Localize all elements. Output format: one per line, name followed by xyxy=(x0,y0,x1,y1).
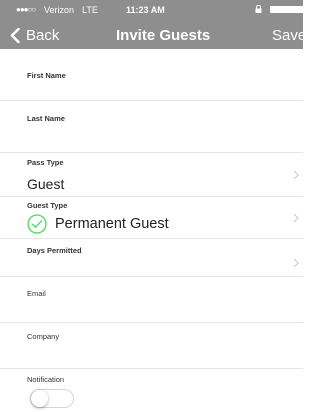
status-time: 11:23 AM xyxy=(126,5,165,15)
last-name-label: Last Name xyxy=(27,114,65,123)
network-type: LTE xyxy=(82,5,98,15)
page-title: Invite Guests xyxy=(116,27,211,44)
header: ●●●○○ Verizon LTE 11:23 AM Back Invite G… xyxy=(0,0,306,49)
status-bar: ●●●○○ Verizon LTE 11:23 AM xyxy=(0,0,306,20)
guest-type-selector[interactable]: Guest Type Permanent Guest xyxy=(0,197,303,239)
check-circle-icon xyxy=(27,214,47,234)
first-name-field[interactable]: First Name xyxy=(0,49,303,101)
chevron-right-icon xyxy=(293,213,299,223)
back-label: Back xyxy=(26,26,60,44)
email-label: Email xyxy=(27,289,46,298)
pass-type-selector[interactable]: Pass Type Guest xyxy=(0,153,303,197)
last-name-field[interactable]: Last Name xyxy=(0,101,303,153)
notification-row: Notification xyxy=(0,369,303,412)
signal-strength: ●●●○○ xyxy=(16,5,36,14)
guest-type-value: Permanent Guest xyxy=(55,216,169,232)
days-permitted-label: Days Permitted xyxy=(27,246,82,255)
save-button[interactable]: Save xyxy=(272,27,306,44)
notification-toggle[interactable] xyxy=(30,389,74,408)
toggle-knob xyxy=(31,390,48,407)
chevron-right-icon xyxy=(293,170,299,180)
pass-type-label: Pass Type xyxy=(27,158,64,167)
days-permitted-selector[interactable]: Days Permitted xyxy=(0,239,303,277)
first-name-label: First Name xyxy=(27,71,66,80)
email-field[interactable]: Email xyxy=(0,277,303,323)
company-label: Company xyxy=(27,332,60,341)
company-field[interactable]: Company xyxy=(0,323,303,369)
guest-type-label: Guest Type xyxy=(27,201,68,210)
chevron-left-icon xyxy=(10,27,20,43)
rotation-lock-icon xyxy=(255,5,262,13)
carrier-name: Verizon xyxy=(44,5,75,15)
nav-bar: Back Invite Guests Save xyxy=(0,20,306,49)
chevron-right-icon xyxy=(293,258,299,268)
pass-type-value: Guest xyxy=(27,176,65,192)
battery-icon xyxy=(270,6,306,13)
notification-label: Notification xyxy=(27,375,65,384)
back-button[interactable]: Back xyxy=(10,25,59,45)
